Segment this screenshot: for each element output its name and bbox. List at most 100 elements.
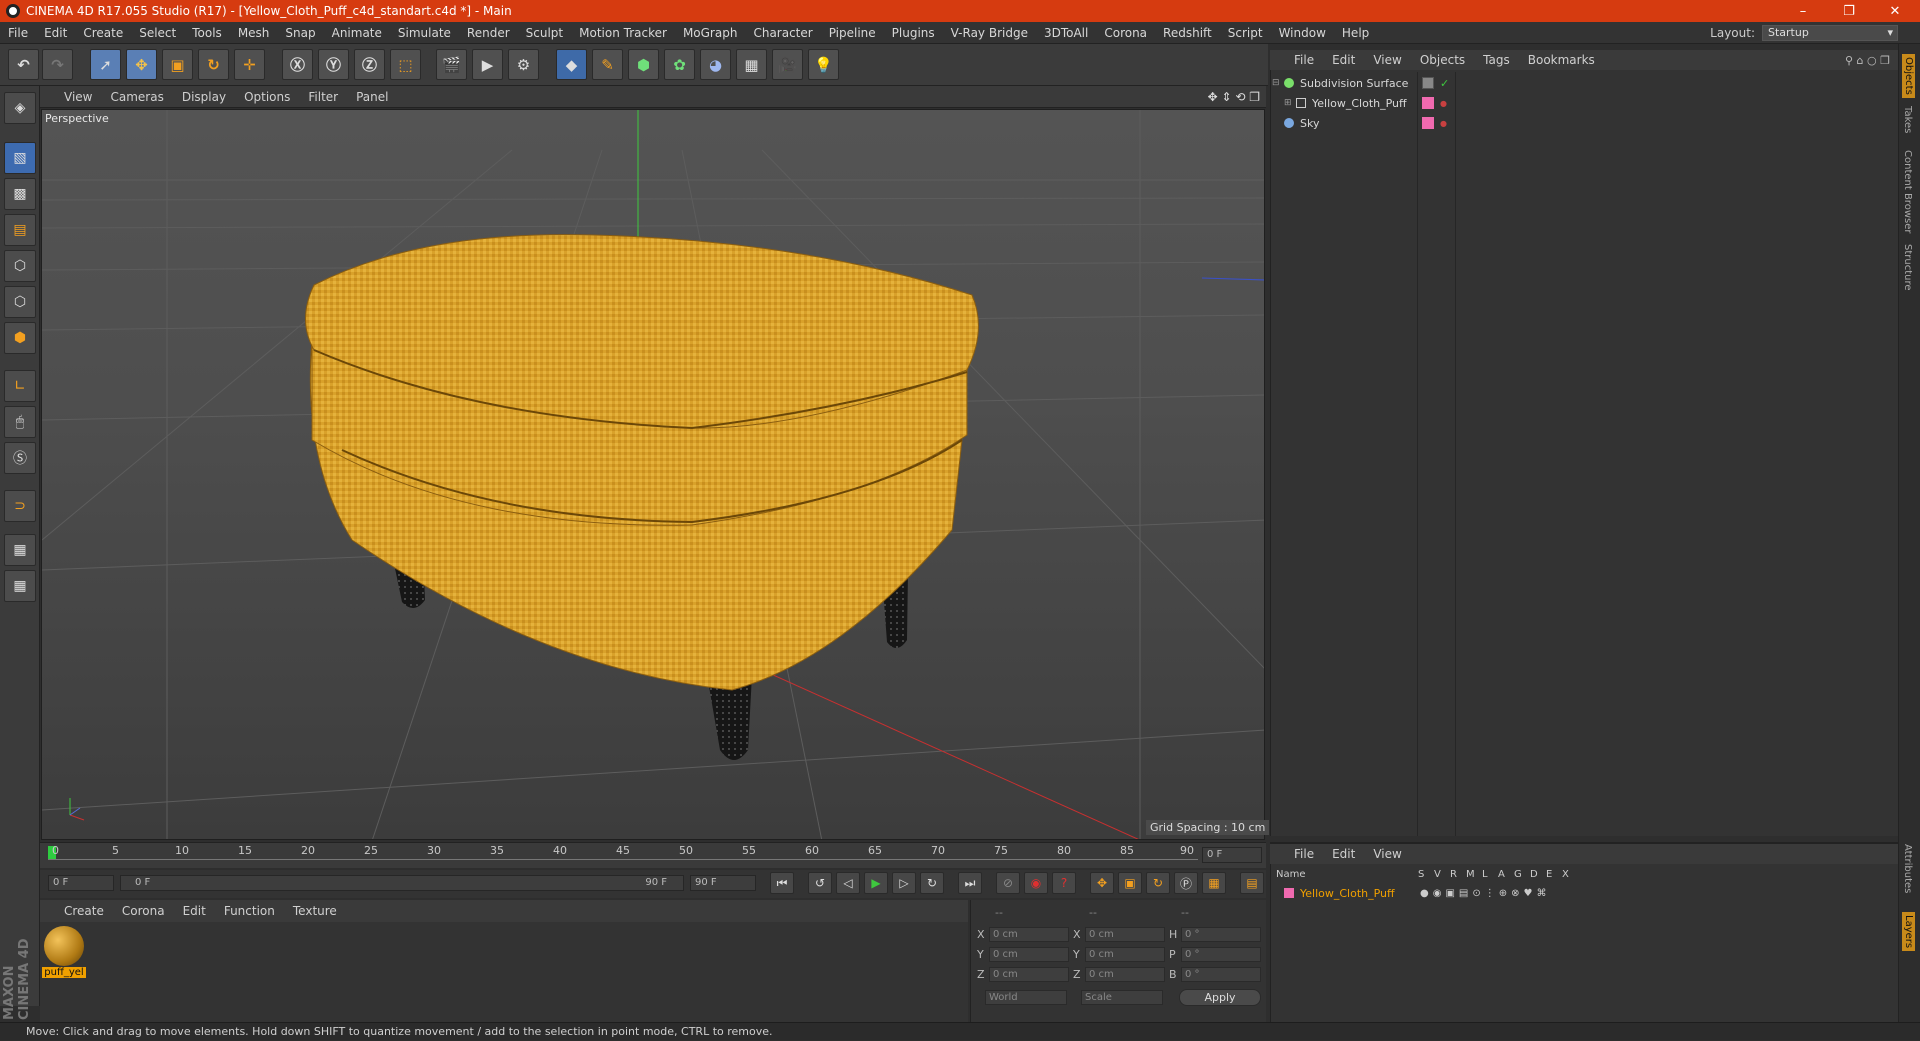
key-rotation-button[interactable]: ↻ xyxy=(1146,872,1170,894)
previous-key-button[interactable]: ↺ xyxy=(808,872,832,894)
menu-file[interactable]: File xyxy=(0,26,36,40)
menu-script[interactable]: Script xyxy=(1220,26,1271,40)
object-manager-tools-icons[interactable]: ⚲ ⌂ ○ ❐ xyxy=(1845,54,1890,67)
solo-mode-button[interactable]: Ⓢ xyxy=(4,442,36,474)
add-mograph-button[interactable]: ✿ xyxy=(664,49,695,80)
expand-icon[interactable]: ⊞ xyxy=(1284,98,1296,108)
render-view-button[interactable]: 🎬 xyxy=(436,49,467,80)
menu-create[interactable]: Create xyxy=(75,26,131,40)
timeline-window-button[interactable]: ▤ xyxy=(1240,872,1264,894)
size-mode-select[interactable]: Scale xyxy=(1081,990,1163,1005)
add-deformer-button[interactable]: ◕ xyxy=(700,49,731,80)
end-frame-field[interactable]: 90 F xyxy=(690,875,756,891)
menu-3dtoall[interactable]: 3DToAll xyxy=(1036,26,1096,40)
viewport-navigation-icons[interactable]: ✥ ⇕ ⟲ ❐ xyxy=(1208,90,1260,104)
next-frame-button[interactable]: ▷ xyxy=(892,872,916,894)
model-mode-button[interactable]: ▧ xyxy=(4,142,36,174)
menu-corona[interactable]: Corona xyxy=(1096,26,1155,40)
workplane-lock-button[interactable]: ▦ xyxy=(4,534,36,566)
material-menu-edit[interactable]: Edit xyxy=(174,904,215,918)
points-mode-button[interactable]: ⬡ xyxy=(4,250,36,282)
add-cube-button[interactable]: ◆ xyxy=(556,49,587,80)
menu-vray-bridge[interactable]: V-Ray Bridge xyxy=(943,26,1036,40)
add-subdivision-button[interactable]: ⬢ xyxy=(628,49,659,80)
axis-mode-button[interactable]: ∟ xyxy=(4,370,36,402)
live-selection-button[interactable]: ➚ xyxy=(90,49,121,80)
object-name[interactable]: Sky xyxy=(1300,117,1418,130)
layout-select[interactable]: Startup ▾ xyxy=(1762,25,1898,41)
object-menu-edit[interactable]: Edit xyxy=(1323,53,1364,67)
transform-tool-button[interactable]: ✛ xyxy=(234,49,265,80)
viewport-menu-options[interactable]: Options xyxy=(235,90,299,104)
x-axis-lock-button[interactable]: Ⓧ xyxy=(282,49,313,80)
object-name[interactable]: Yellow_Cloth_Puff xyxy=(1312,97,1418,110)
viewport-menu-cameras[interactable]: Cameras xyxy=(101,90,172,104)
render-to-picture-viewer-button[interactable]: ▶ xyxy=(472,49,503,80)
material-menu-create[interactable]: Create xyxy=(40,904,113,918)
layer-menu-edit[interactable]: Edit xyxy=(1323,847,1364,861)
collapse-icon[interactable]: ⊟ xyxy=(1272,78,1284,88)
position-z-field[interactable]: 0 cm xyxy=(989,967,1069,982)
workplane-mode-button[interactable]: ▤ xyxy=(4,214,36,246)
add-spline-button[interactable]: ✎ xyxy=(592,49,623,80)
size-z-field[interactable]: 0 cm xyxy=(1085,967,1165,982)
menu-plugins[interactable]: Plugins xyxy=(884,26,943,40)
object-row[interactable]: ⊟ Subdivision Surface ✓ xyxy=(1272,73,1896,93)
layer-name[interactable]: Yellow_Cloth_Puff xyxy=(1300,887,1420,900)
next-key-button[interactable]: ↻ xyxy=(920,872,944,894)
redo-button[interactable]: ↷ xyxy=(42,49,73,80)
tab-layers[interactable]: Layers xyxy=(1902,912,1915,952)
texture-mode-button[interactable]: ▩ xyxy=(4,178,36,210)
enabled-check-icon[interactable]: ✓ xyxy=(1440,77,1449,90)
object-menu-view[interactable]: View xyxy=(1364,53,1410,67)
polygons-mode-button[interactable]: ⬢ xyxy=(4,322,36,354)
add-light-button[interactable]: 💡 xyxy=(808,49,839,80)
layer-icon[interactable] xyxy=(1422,77,1434,89)
snap-button[interactable]: ⊃ xyxy=(4,490,36,522)
size-y-field[interactable]: 0 cm xyxy=(1085,947,1165,962)
play-button[interactable]: ▶ xyxy=(864,872,888,894)
visibility-dot-icon[interactable]: ● xyxy=(1440,99,1447,108)
menu-tools[interactable]: Tools xyxy=(184,26,230,40)
viewport-menu-view[interactable]: View xyxy=(40,90,101,104)
tab-content-browser[interactable]: Content Browser xyxy=(1902,150,1913,233)
edges-mode-button[interactable]: ⬡ xyxy=(4,286,36,318)
object-row[interactable]: ⊞ Yellow_Cloth_Puff ● xyxy=(1272,93,1896,113)
position-y-field[interactable]: 0 cm xyxy=(989,947,1069,962)
menu-snap[interactable]: Snap xyxy=(277,26,323,40)
object-menu-tags[interactable]: Tags xyxy=(1474,53,1519,67)
key-parameter-button[interactable]: Ⓟ xyxy=(1174,872,1198,894)
object-name[interactable]: Subdivision Surface xyxy=(1300,77,1418,90)
add-floor-button[interactable]: ▦ xyxy=(736,49,767,80)
menu-mograph[interactable]: MoGraph xyxy=(675,26,746,40)
rotation-b-field[interactable]: 0 ° xyxy=(1181,967,1261,982)
position-x-field[interactable]: 0 cm xyxy=(989,927,1069,942)
menu-mesh[interactable]: Mesh xyxy=(230,26,278,40)
menu-character[interactable]: Character xyxy=(745,26,820,40)
menu-motion-tracker[interactable]: Motion Tracker xyxy=(571,26,675,40)
visibility-dot-icon[interactable]: ● xyxy=(1440,119,1447,128)
tab-objects[interactable]: Objects xyxy=(1902,54,1915,98)
tab-takes[interactable]: Takes xyxy=(1902,106,1913,133)
menu-simulate[interactable]: Simulate xyxy=(390,26,459,40)
frame-range-slider[interactable]: 0 F 90 F xyxy=(120,875,684,891)
layer-row[interactable]: Yellow_Cloth_Puff ●◉▣▤⊙⋮⊕⊗♥⌘ xyxy=(1276,885,1896,901)
y-axis-lock-button[interactable]: Ⓨ xyxy=(318,49,349,80)
previous-frame-button[interactable]: ◁ xyxy=(836,872,860,894)
coordinate-mode-select[interactable]: World xyxy=(985,990,1067,1005)
apply-button[interactable]: Apply xyxy=(1179,989,1261,1006)
material-swatch[interactable]: puff_yel xyxy=(42,926,86,982)
undo-button[interactable]: ↶ xyxy=(8,49,39,80)
material-menu-texture[interactable]: Texture xyxy=(284,904,346,918)
autokey-button[interactable]: ? xyxy=(1052,872,1076,894)
rotation-p-field[interactable]: 0 ° xyxy=(1181,947,1261,962)
menu-help[interactable]: Help xyxy=(1334,26,1377,40)
layer-color-swatch[interactable] xyxy=(1284,888,1294,898)
rotate-tool-button[interactable]: ↻ xyxy=(198,49,229,80)
z-axis-lock-button[interactable]: Ⓩ xyxy=(354,49,385,80)
material-menu-corona[interactable]: Corona xyxy=(113,904,174,918)
material-tag-icon[interactable] xyxy=(1422,117,1434,129)
menu-render[interactable]: Render xyxy=(459,26,518,40)
menu-redshift[interactable]: Redshift xyxy=(1155,26,1220,40)
record-active-button[interactable]: ◉ xyxy=(1024,872,1048,894)
